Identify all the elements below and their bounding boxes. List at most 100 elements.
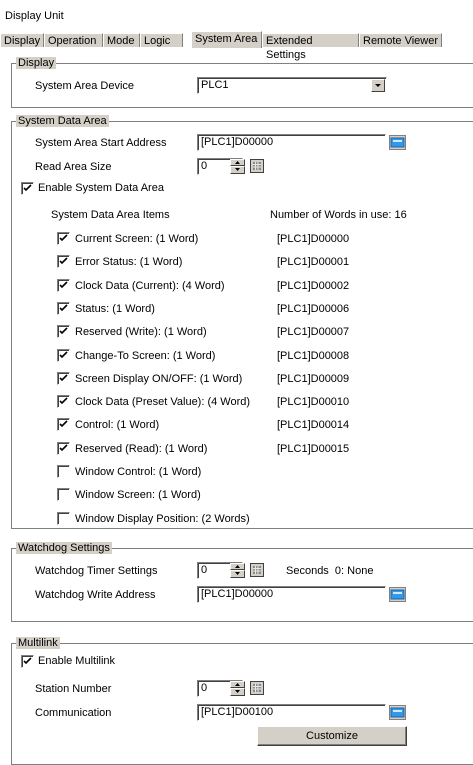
item-checkbox[interactable]: [57, 371, 70, 385]
address-input-icon[interactable]: [389, 587, 406, 602]
customize-button[interactable]: Customize: [257, 726, 407, 746]
tab-logic[interactable]: Logic: [140, 33, 183, 47]
check-icon: [59, 257, 68, 265]
watchdog-timer-label: Watchdog Timer Settings: [35, 565, 158, 577]
check-icon: [59, 397, 68, 405]
item-checkbox[interactable]: [57, 441, 70, 455]
check-icon: [23, 657, 32, 665]
item-address: [PLC1]D00007: [277, 326, 350, 339]
start-address-label: System Area Start Address: [35, 137, 167, 149]
system-area-device-value: PLC1: [201, 79, 229, 91]
item-checkbox[interactable]: [57, 325, 70, 339]
item-label: Clock Data (Current): (4 Word): [75, 279, 225, 292]
keypad-icon[interactable]: [250, 563, 264, 577]
enable-system-data-area-label: Enable System Data Area: [38, 182, 164, 194]
item-label: Window Control: (1 Word): [75, 466, 202, 478]
communication-address-input[interactable]: [PLC1]D00100: [197, 704, 386, 721]
check-icon: [59, 281, 68, 288]
display-unit-window: Display Unit Display Operation Mode Logi…: [0, 0, 473, 765]
address-input-icon[interactable]: [389, 705, 406, 720]
spin-up-icon[interactable]: [230, 563, 245, 570]
item-checkbox[interactable]: [57, 348, 70, 362]
multilink-group-label: Multilink: [16, 637, 60, 649]
window-title: Display Unit: [5, 10, 64, 22]
check-icon: [23, 184, 32, 192]
read-area-size-label: Read Area Size: [35, 161, 112, 173]
tab-operation[interactable]: Operation: [44, 33, 103, 47]
system-area-device-select[interactable]: PLC1: [197, 77, 387, 94]
enable-multilink-label: Enable Multilink: [38, 655, 116, 667]
item-label: Error Status: (1 Word): [75, 256, 183, 269]
item-address: [PLC1]D00000: [277, 233, 350, 245]
item-label: Clock Data (Preset Value): (4 Word): [75, 396, 251, 409]
check-icon: [59, 444, 68, 451]
item-checkbox[interactable]: [57, 511, 70, 525]
spin-down-icon[interactable]: [230, 166, 245, 174]
watchdog-write-address-input[interactable]: [PLC1]D00000: [197, 586, 386, 603]
read-area-size-spinner[interactable]: [230, 159, 245, 174]
station-number-label: Station Number: [35, 683, 112, 695]
item-address: [PLC1]D00015: [277, 442, 350, 455]
enable-system-data-area-checkbox[interactable]: [21, 182, 34, 195]
check-icon: [59, 350, 68, 358]
item-label: Window Screen: (1 Word): [75, 489, 201, 502]
tab-mode[interactable]: Mode: [103, 33, 140, 47]
item-checkbox[interactable]: [57, 255, 70, 269]
items-header: System Data Area Items: [51, 209, 170, 221]
item-address: [PLC1]D00006: [277, 302, 350, 315]
item-label: Current Screen: (1 Word): [75, 233, 199, 245]
start-address-input[interactable]: [PLC1]D00000: [197, 134, 386, 151]
item-checkbox[interactable]: [57, 232, 70, 245]
chevron-down-icon[interactable]: [371, 79, 385, 92]
item-address: [PLC1]D00002: [277, 279, 350, 292]
keypad-icon[interactable]: [250, 159, 264, 173]
check-icon: [59, 420, 68, 428]
check-icon: [59, 374, 68, 381]
item-address: [PLC1]D00001: [277, 256, 350, 269]
item-checkbox[interactable]: [57, 488, 70, 502]
tab-extended-settings[interactable]: Extended Settings: [262, 33, 359, 61]
tab-remote-viewer[interactable]: Remote Viewer: [359, 33, 442, 47]
tab-display[interactable]: Display: [0, 33, 44, 47]
address-input-icon[interactable]: [389, 135, 406, 150]
item-checkbox[interactable]: [57, 418, 70, 432]
station-number-spinner[interactable]: [230, 681, 245, 696]
item-address: [PLC1]D00010: [277, 396, 350, 409]
watchdog-write-address-label: Watchdog Write Address: [35, 589, 156, 601]
item-label: Control: (1 Word): [75, 419, 160, 432]
spin-up-icon[interactable]: [230, 159, 245, 166]
item-label: Window Display Position: (2 Words): [75, 512, 250, 525]
tab-system-area[interactable]: System Area: [191, 31, 262, 48]
tab-bar: Display Operation Mode Logic System Area…: [0, 31, 473, 61]
item-checkbox[interactable]: [57, 301, 70, 315]
check-icon: [59, 304, 68, 312]
item-label: Screen Display ON/OFF: (1 Word): [75, 372, 243, 385]
item-label: Reserved (Read): (1 Word): [75, 442, 208, 455]
item-checkbox[interactable]: [57, 278, 70, 292]
words-in-use-header: Number of Words in use: 16: [270, 209, 407, 221]
communication-label: Communication: [35, 707, 112, 719]
item-label: Change-To Screen: (1 Word): [75, 349, 216, 362]
item-checkbox[interactable]: [57, 395, 70, 409]
item-label: Reserved (Write): (1 Word): [75, 326, 207, 339]
system-data-area-group-label: System Data Area: [16, 115, 109, 127]
dropdown-arrow: [375, 84, 381, 87]
check-icon: [59, 327, 68, 335]
item-checkbox[interactable]: [57, 465, 70, 478]
enable-multilink-checkbox[interactable]: [21, 655, 34, 668]
spin-down-icon[interactable]: [230, 570, 245, 578]
spin-down-icon[interactable]: [230, 688, 245, 696]
display-group-label: Display: [16, 57, 57, 69]
watchdog-settings-group: [11, 548, 473, 622]
item-label: Status: (1 Word): [75, 302, 155, 315]
item-address: [PLC1]D00009: [277, 372, 350, 385]
spin-up-icon[interactable]: [230, 681, 245, 688]
system-area-device-label: System Area Device: [35, 80, 135, 92]
item-address: [PLC1]D00014: [277, 419, 350, 432]
watchdog-timer-spinner[interactable]: [230, 563, 245, 578]
watchdog-timer-suffix: Seconds 0: None: [286, 565, 374, 577]
item-address: [PLC1]D00008: [277, 349, 350, 362]
watchdog-settings-group-label: Watchdog Settings: [16, 542, 112, 554]
check-icon: [59, 234, 68, 242]
keypad-icon[interactable]: [250, 681, 264, 695]
